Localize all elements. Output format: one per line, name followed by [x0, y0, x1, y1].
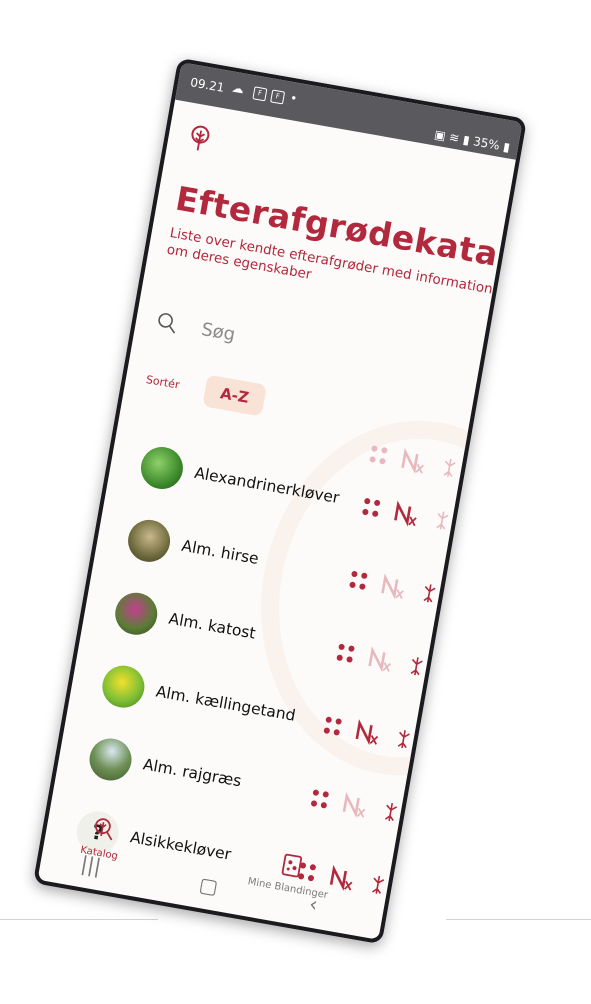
crop-property-icons — [306, 786, 409, 829]
app-logo-icon — [191, 125, 210, 151]
flowers-icon — [310, 789, 329, 809]
notification-icon-2: F — [270, 89, 286, 105]
signal-icon: ▮ — [461, 132, 471, 148]
divider-right — [446, 919, 591, 920]
crop-property-icons — [357, 494, 460, 537]
root-icon — [384, 802, 398, 821]
home-button[interactable]: ▢ — [197, 872, 220, 899]
crop-name: Alm. hirse — [180, 536, 261, 569]
root-icon — [397, 730, 410, 749]
nitrogen-icon — [355, 719, 379, 746]
phone-frame: 09.21 ☁ F F • ▣ ≋ ▮ 35% ▮ Efterafgrødeka… — [32, 57, 528, 945]
crop-avatar — [124, 516, 174, 566]
sort-label: Sortér — [144, 372, 181, 392]
status-time: 09.21 — [189, 75, 226, 95]
crop-name: Alm. kællingetand — [154, 682, 297, 725]
vibrate-icon: ▣ — [433, 127, 447, 144]
katalog-icon — [94, 818, 113, 841]
crop-property-icons — [344, 567, 447, 610]
nitrogen-icon — [342, 792, 366, 818]
flowers-icon — [362, 498, 381, 517]
divider-left — [0, 919, 158, 920]
crop-avatar — [86, 735, 135, 784]
wifi-icon: ≋ — [448, 129, 461, 146]
flowers-icon — [323, 716, 342, 736]
search-field[interactable]: Søg — [153, 306, 454, 392]
battery-icon: ▮ — [502, 139, 512, 155]
crop-name: Alm. rajgræs — [141, 755, 243, 791]
crop-name: Alm. katost — [167, 609, 257, 643]
crop-property-icons — [331, 640, 434, 683]
nitrogen-icon — [401, 447, 424, 474]
crop-name: Alexandrinerkløver — [193, 463, 341, 508]
flowers-icon — [369, 445, 388, 465]
cloud-icon: ☁ — [230, 80, 246, 97]
sort-button[interactable]: A-Z — [202, 374, 267, 417]
status-right: ▣ ≋ ▮ 35% ▮ — [433, 127, 511, 154]
battery-percent: 35% — [472, 134, 501, 153]
root-icon — [423, 584, 436, 603]
crop-property-icons — [318, 713, 421, 756]
crop-avatar — [111, 589, 161, 639]
crop-avatar — [137, 443, 187, 493]
root-icon — [443, 458, 456, 477]
flowers-icon — [336, 643, 355, 663]
app-screen: 09.21 ☁ F F • ▣ ≋ ▮ 35% ▮ Efterafgrødeka… — [37, 62, 523, 940]
nitrogen-icon — [394, 500, 417, 527]
back-button[interactable]: ‹ — [308, 891, 320, 916]
search-icon — [158, 313, 176, 334]
flowers-icon — [349, 571, 368, 590]
root-icon — [410, 657, 423, 676]
status-bar: 09.21 ☁ F F • ▣ ≋ ▮ 35% ▮ — [175, 62, 523, 160]
mixes-icon — [281, 853, 303, 878]
recent-apps-button[interactable]: ||| — [79, 851, 103, 878]
nitrogen-icon — [368, 646, 392, 673]
notification-icon: F — [252, 86, 268, 102]
nitrogen-icon — [381, 573, 404, 600]
search-input[interactable]: Søg — [200, 319, 237, 346]
root-icon — [436, 511, 449, 530]
crop-avatar — [99, 662, 148, 711]
more-notifications-icon: • — [288, 90, 299, 106]
